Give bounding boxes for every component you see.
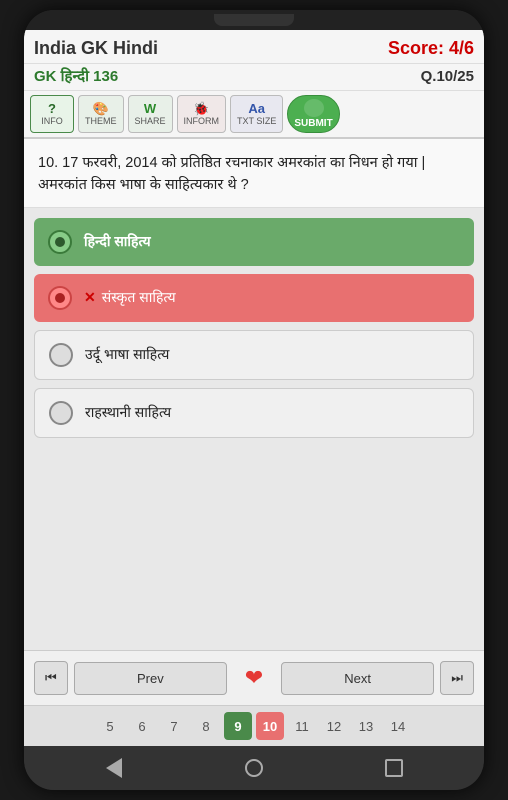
inform-button[interactable]: 🐞 INFORM: [177, 95, 227, 133]
theme-label: THEME: [85, 116, 117, 126]
page-num-8[interactable]: 8: [192, 712, 220, 740]
option-2-text: संस्कृत साहित्य: [102, 288, 176, 307]
home-nav-button[interactable]: [236, 750, 272, 786]
option-4[interactable]: राहस्थानी साहित्य: [34, 388, 474, 438]
option-1[interactable]: हिन्दी साहित्य: [34, 218, 474, 266]
header-subtitle-bar: GK हिन्दी 136 Q.10/25: [24, 64, 484, 91]
status-notch: [214, 14, 294, 26]
first-page-button[interactable]: ⏮: [34, 661, 68, 695]
submit-label: SUBMIT: [294, 118, 332, 129]
page-num-13[interactable]: 13: [352, 712, 380, 740]
option-4-radio-inner: [56, 408, 66, 418]
gk-label: GK हिन्दी 136: [34, 66, 118, 86]
page-num-7[interactable]: 7: [160, 712, 188, 740]
share-icon: W: [144, 102, 156, 115]
recents-icon: [385, 759, 403, 777]
last-page-button[interactable]: ⏭: [440, 661, 474, 695]
option-2[interactable]: ✕ संस्कृत साहित्य: [34, 274, 474, 322]
option-3-radio-inner: [56, 350, 66, 360]
share-label: SHARE: [135, 116, 166, 126]
recents-nav-button[interactable]: [376, 750, 412, 786]
spacer: [34, 446, 474, 641]
ladybug-icon: 🐞: [193, 102, 209, 115]
question-area: 10. 17 फरवरी, 2014 को प्रतिष्ठित रचनाकार…: [24, 139, 484, 208]
option-2-radio: [48, 286, 72, 310]
option-4-text: राहस्थानी साहित्य: [85, 403, 171, 422]
favorite-button[interactable]: ❤: [233, 659, 275, 697]
info-label: INFO: [41, 116, 63, 126]
nav-bar: ⏮ Prev ❤ Next ⏭: [24, 650, 484, 705]
page-numbers: 5 6 7 8 9 10 11 12 13 14: [24, 705, 484, 746]
header-title-bar: India GK Hindi Score: 4/6: [24, 30, 484, 64]
info-button[interactable]: ? INFO: [30, 95, 74, 133]
aa-icon: Aa: [248, 102, 265, 115]
share-button[interactable]: W SHARE: [128, 95, 173, 133]
first-page-icon: ⏮: [45, 670, 57, 686]
home-icon: [245, 759, 263, 777]
option-1-radio-inner: [55, 237, 65, 247]
back-nav-button[interactable]: [96, 750, 132, 786]
inform-label: INFORM: [184, 116, 220, 126]
page-num-14[interactable]: 14: [384, 712, 412, 740]
submit-button[interactable]: SUBMIT: [287, 95, 339, 133]
phone-frame: India GK Hindi Score: 4/6 GK हिन्दी 136 …: [24, 10, 484, 790]
theme-button[interactable]: 🎨 THEME: [78, 95, 124, 133]
score-display: Score: 4/6: [388, 38, 474, 59]
option-4-radio: [49, 401, 73, 425]
option-3[interactable]: उर्दू भाषा साहित्य: [34, 330, 474, 380]
page-num-12[interactable]: 12: [320, 712, 348, 740]
question-number: Q.10/25: [421, 68, 474, 85]
theme-icon: 🎨: [93, 102, 109, 115]
option-2-radio-inner: [55, 293, 65, 303]
page-num-9[interactable]: 9: [224, 712, 252, 740]
next-button[interactable]: Next: [281, 662, 434, 695]
submit-circle-icon: [304, 99, 324, 117]
page-num-10[interactable]: 10: [256, 712, 284, 740]
back-icon: [106, 758, 122, 778]
option-3-radio: [49, 343, 73, 367]
last-page-icon: ⏭: [451, 670, 463, 686]
option-1-radio: [48, 230, 72, 254]
next-label: Next: [344, 671, 371, 686]
app-title: India GK Hindi: [34, 38, 158, 59]
prev-button[interactable]: Prev: [74, 662, 227, 695]
wrong-x-icon: ✕: [84, 289, 96, 306]
txtsize-button[interactable]: Aa TXT SIZE: [230, 95, 283, 133]
option-1-text: हिन्दी साहित्य: [84, 232, 151, 251]
options-area: हिन्दी साहित्य ✕ संस्कृत साहित्य उर्दू भ…: [24, 208, 484, 651]
toolbar: ? INFO 🎨 THEME W SHARE 🐞 INFORM Aa TXT S…: [24, 91, 484, 139]
page-num-11[interactable]: 11: [288, 712, 316, 740]
prev-label: Prev: [137, 671, 164, 686]
question-text: 10. 17 फरवरी, 2014 को प्रतिष्ठित रचनाकार…: [38, 155, 425, 193]
app-container: India GK Hindi Score: 4/6 GK हिन्दी 136 …: [24, 30, 484, 746]
status-bar: [24, 10, 484, 30]
page-num-6[interactable]: 6: [128, 712, 156, 740]
page-num-5[interactable]: 5: [96, 712, 124, 740]
txtsize-label: TXT SIZE: [237, 116, 276, 126]
bottom-nav-bar: [24, 746, 484, 790]
option-3-text: उर्दू भाषा साहित्य: [85, 345, 169, 364]
help-icon: ?: [48, 102, 56, 115]
heart-icon: ❤: [245, 665, 263, 691]
